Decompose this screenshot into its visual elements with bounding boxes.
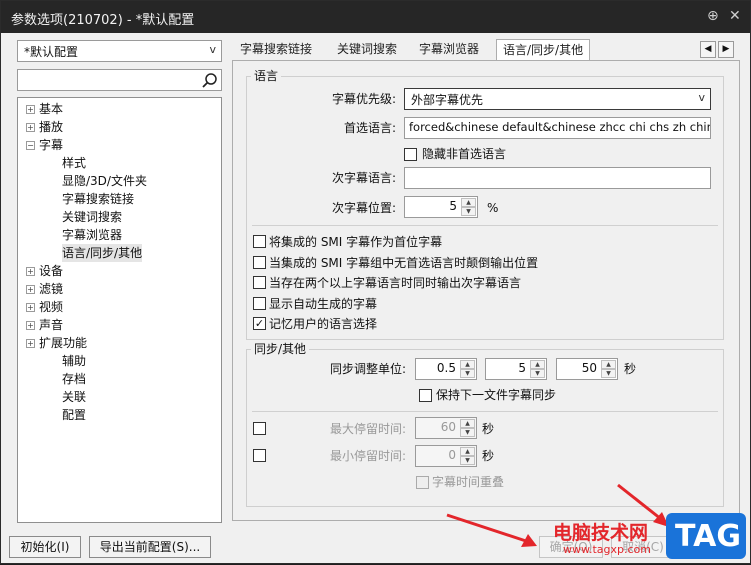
watermark-site: 电脑技术网 (553, 522, 649, 544)
red-arrow-icon (617, 483, 662, 521)
red-arrow-icon (446, 513, 530, 544)
tag-logo-text: TAG (675, 519, 741, 554)
watermark-url: www.tagxp.com (563, 543, 651, 556)
preferences-window: 参数选项(210702) - *默认配置 ⊕ ✕ *默认配置 v + 基本 + 播放 −… (0, 0, 751, 564)
annotation-arrows (446, 483, 669, 547)
tag-logo: TAG (666, 513, 746, 559)
